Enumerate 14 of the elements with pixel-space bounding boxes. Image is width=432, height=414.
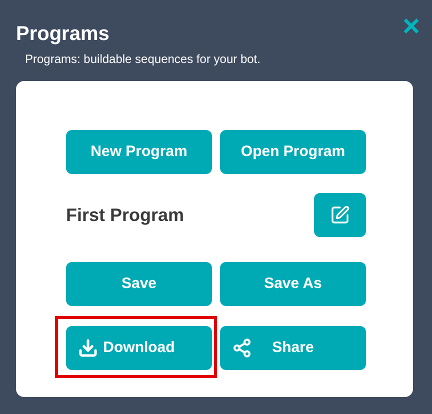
edit-icon [330, 205, 350, 225]
share-icon [232, 338, 252, 358]
action-button[interactable]: Save As [220, 262, 366, 306]
close-button[interactable]: × [402, 12, 420, 42]
action-button[interactable]: Share [220, 326, 366, 370]
dialog-title: Programs [16, 22, 110, 47]
edit-button[interactable] [314, 193, 366, 237]
program-name: First Program [66, 204, 184, 227]
action-button[interactable]: Download [66, 326, 212, 370]
action-button[interactable]: Save [66, 262, 212, 306]
program-button[interactable]: Open Program [220, 130, 366, 174]
dialog-subtitle: Programs: buildable sequences for your bot. [25, 51, 262, 68]
download-icon [78, 338, 98, 358]
program-button[interactable]: New Program [66, 130, 212, 174]
